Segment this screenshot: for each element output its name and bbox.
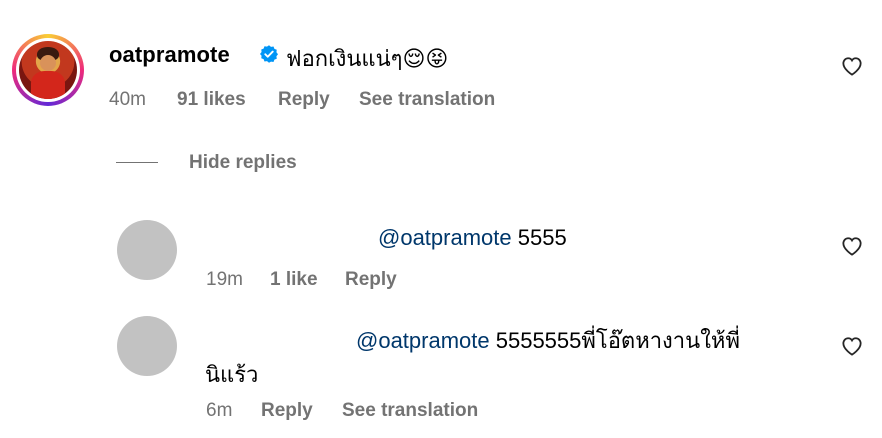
- comment-username[interactable]: oatpramote: [109, 42, 230, 68]
- like-heart-icon[interactable]: [841, 236, 863, 256]
- reply-avatar[interactable]: [117, 316, 177, 376]
- like-heart-icon[interactable]: [841, 56, 863, 76]
- reply-timestamp: 6m: [206, 400, 233, 421]
- reply-avatar[interactable]: [117, 220, 177, 280]
- comment-text: ฟอกเงินแน่ๆ😌😝: [286, 46, 449, 71]
- reply-body: 5555: [511, 225, 567, 250]
- see-translation-button[interactable]: See translation: [342, 400, 478, 421]
- user-avatar[interactable]: [12, 34, 84, 106]
- comment-timestamp: 40m: [109, 89, 146, 110]
- reply-body-continued: นิแร้ว: [205, 362, 259, 387]
- verified-badge-icon: [260, 45, 278, 63]
- see-translation-button[interactable]: See translation: [359, 89, 495, 110]
- mention-link[interactable]: @oatpramote: [356, 328, 490, 353]
- reply-button[interactable]: Reply: [278, 89, 330, 110]
- mention-link[interactable]: @oatpramote: [378, 225, 512, 250]
- reply-text: @oatpramote 5555555พี่โอ๊ตหางานให้พี่: [356, 323, 740, 358]
- reply-timestamp: 19m: [206, 269, 243, 290]
- reply-button[interactable]: Reply: [345, 269, 397, 290]
- likes-count[interactable]: 91 likes: [177, 89, 246, 110]
- like-heart-icon[interactable]: [841, 336, 863, 356]
- replies-divider-line: [116, 162, 158, 163]
- hide-replies-button[interactable]: Hide replies: [189, 152, 297, 173]
- reply-body: 5555555พี่โอ๊ตหางานให้พี่: [489, 328, 740, 353]
- avatar-photo: [19, 41, 77, 99]
- reply-likes-count[interactable]: 1 like: [270, 269, 318, 290]
- reply-button[interactable]: Reply: [261, 400, 313, 421]
- reply-text: @oatpramote 5555: [378, 225, 567, 251]
